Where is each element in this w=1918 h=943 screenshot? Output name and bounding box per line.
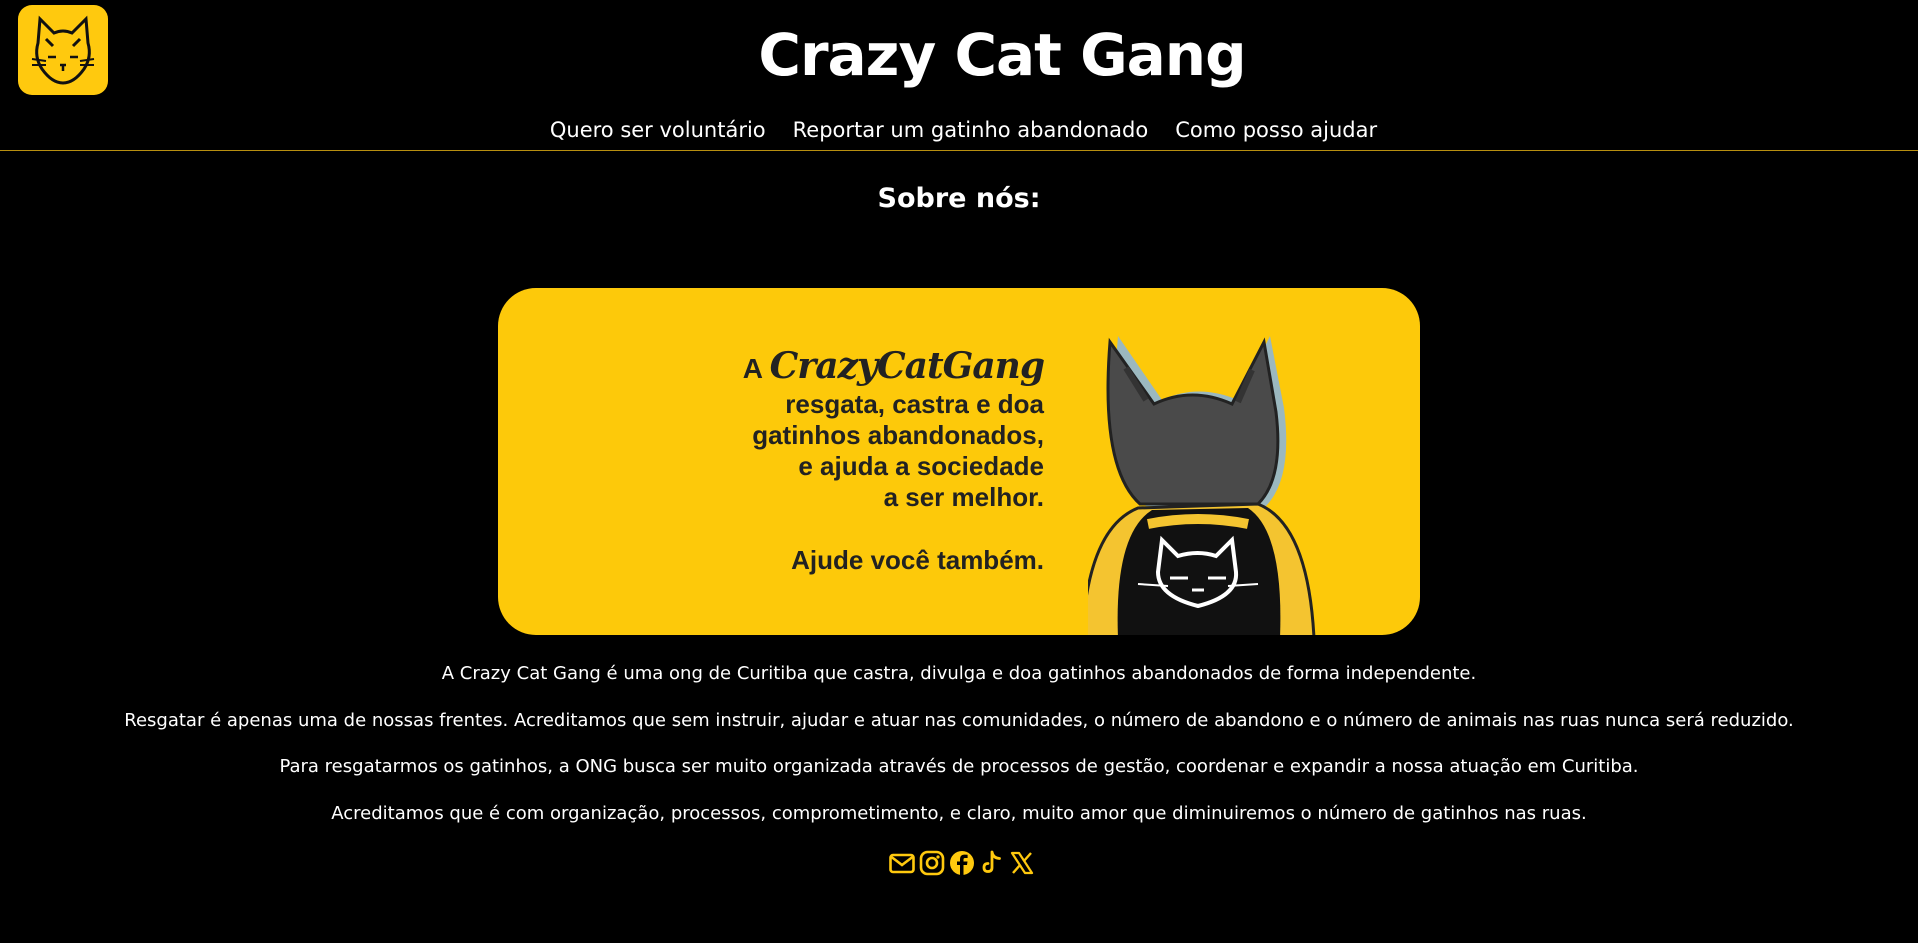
nav-link-volunteer[interactable]: Quero ser voluntário [550, 114, 766, 146]
about-paragraph: Para resgatarmos os gatinhos, a ONG busc… [279, 756, 1639, 777]
banner-brand: CrazyCatGang [769, 345, 1045, 387]
facebook-icon [949, 851, 974, 875]
x-twitter-link[interactable] [1009, 849, 1035, 877]
instagram-link[interactable] [919, 849, 945, 877]
main-content: Sobre nós: A CrazyCatGang resgata, castr… [0, 181, 1918, 877]
nav-link-how-to-help[interactable]: Como posso ajudar [1175, 114, 1377, 146]
instagram-icon [919, 850, 944, 876]
section-title: Sobre nós: [877, 183, 1041, 214]
email-link[interactable] [888, 849, 915, 877]
banner-brand-line: A CrazyCatGang [742, 345, 1045, 389]
site-title: Crazy Cat Gang [758, 21, 1246, 89]
nav-link-report-cat[interactable]: Reportar um gatinho abandonado [793, 114, 1149, 146]
cat-in-jacket-illustration [1088, 336, 1316, 635]
about-banner: A CrazyCatGang resgata, castra e doa gat… [498, 288, 1420, 635]
banner-line: resgata, castra e doa [785, 389, 1044, 419]
main-nav: Quero ser voluntário Reportar um gatinho… [0, 114, 1918, 146]
tiktok-icon [982, 850, 1001, 873]
banner-cta: Ajude você também. [791, 545, 1044, 575]
about-paragraph: A Crazy Cat Gang é uma ong de Curitiba q… [441, 663, 1477, 684]
site-header: Crazy Cat Gang Quero ser voluntário Repo… [0, 0, 1918, 151]
about-paragraph: Acreditamos que é com organização, proce… [331, 802, 1587, 824]
banner-line: gatinhos abandonados, [752, 420, 1044, 450]
tiktok-link[interactable] [979, 849, 1005, 877]
x-icon [1010, 851, 1033, 875]
banner-line: e ajuda a sociedade [798, 451, 1044, 481]
about-paragraph: Resgatar é apenas uma de nossas frentes.… [124, 709, 1794, 731]
banner-line: a ser melhor. [883, 482, 1044, 512]
social-links [0, 849, 1918, 877]
facebook-link[interactable] [949, 849, 975, 877]
envelope-icon [888, 853, 915, 874]
banner-brand-prefix: A [742, 353, 762, 384]
banner-text: A CrazyCatGang resgata, castra e doa gat… [742, 345, 1045, 576]
about-text: A Crazy Cat Gang é uma ong de Curitiba q… [0, 663, 1918, 825]
